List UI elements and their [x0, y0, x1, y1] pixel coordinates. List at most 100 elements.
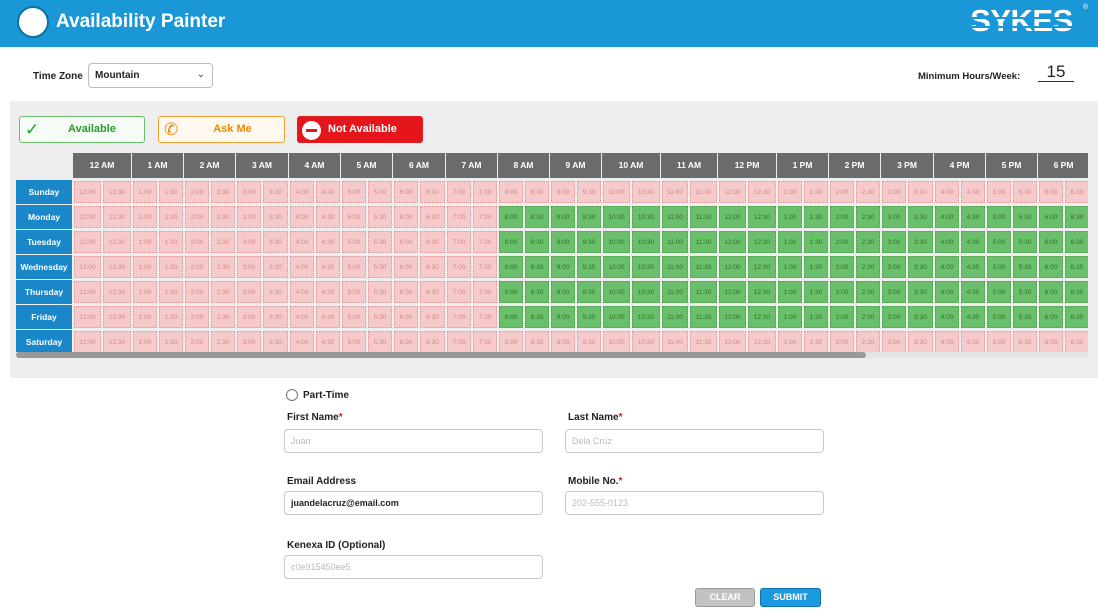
kenexa-id-input[interactable]: [284, 555, 543, 579]
time-slot[interactable]: 12:30: [103, 231, 131, 253]
time-slot[interactable]: 6:00: [1039, 181, 1063, 203]
time-slot[interactable]: 1:30: [159, 331, 183, 352]
time-slot[interactable]: 12:00: [74, 331, 101, 352]
time-slot[interactable]: 4:00: [935, 181, 959, 203]
time-slot[interactable]: 2:30: [856, 181, 880, 203]
time-slot[interactable]: 9:30: [577, 281, 601, 303]
time-slot[interactable]: 8:00: [499, 306, 523, 328]
time-slot[interactable]: 10:30: [632, 306, 660, 328]
time-slot[interactable]: 2:00: [830, 281, 854, 303]
time-slot[interactable]: 2:00: [185, 181, 209, 203]
time-slot[interactable]: 9:30: [577, 331, 601, 352]
time-slot[interactable]: 5:30: [368, 181, 392, 203]
time-slot[interactable]: 4:30: [316, 331, 340, 352]
time-slot[interactable]: 3:30: [908, 231, 933, 253]
time-slot[interactable]: 5:30: [1013, 181, 1037, 203]
time-slot[interactable]: 11:30: [690, 206, 717, 228]
time-slot[interactable]: 8:30: [525, 256, 549, 278]
time-slot[interactable]: 5:00: [987, 306, 1011, 328]
submit-button[interactable]: SUBMIT: [760, 588, 821, 607]
time-slot[interactable]: 1:00: [778, 306, 802, 328]
time-slot[interactable]: 12:30: [748, 281, 776, 303]
time-slot[interactable]: 9:30: [577, 181, 601, 203]
time-slot[interactable]: 11:30: [690, 331, 717, 352]
time-slot[interactable]: 3:30: [263, 206, 288, 228]
time-slot[interactable]: 12:00: [74, 256, 101, 278]
ask-me-brush-button[interactable]: ✆ Ask Me: [158, 116, 285, 143]
time-slot[interactable]: 2:30: [211, 281, 235, 303]
time-slot[interactable]: 12:30: [103, 306, 131, 328]
time-slot[interactable]: 12:30: [103, 206, 131, 228]
time-slot[interactable]: 3:00: [237, 181, 261, 203]
time-slot[interactable]: 8:00: [499, 181, 523, 203]
time-slot[interactable]: 5:30: [368, 331, 392, 352]
time-slot[interactable]: 4:00: [290, 281, 314, 303]
time-slot[interactable]: 3:00: [237, 331, 261, 352]
time-slot[interactable]: 5:30: [368, 306, 392, 328]
time-slot[interactable]: 3:30: [908, 206, 933, 228]
time-slot[interactable]: 4:00: [290, 256, 314, 278]
time-slot[interactable]: 2:00: [185, 331, 209, 352]
time-slot[interactable]: 5:00: [342, 181, 366, 203]
time-slot[interactable]: 3:00: [237, 306, 261, 328]
time-slot[interactable]: 11:30: [690, 306, 717, 328]
time-slot[interactable]: 3:30: [908, 306, 933, 328]
time-slot[interactable]: 12:30: [748, 181, 776, 203]
time-slot[interactable]: 2:30: [211, 181, 235, 203]
time-slot[interactable]: 2:30: [211, 331, 235, 352]
time-slot[interactable]: 1:30: [804, 306, 828, 328]
time-slot[interactable]: 6:00: [394, 281, 418, 303]
time-slot[interactable]: 10:30: [632, 331, 660, 352]
time-slot[interactable]: 4:30: [961, 181, 985, 203]
time-slot[interactable]: 5:00: [342, 256, 366, 278]
time-slot[interactable]: 2:00: [830, 306, 854, 328]
time-slot[interactable]: 6:30: [1065, 231, 1088, 253]
time-slot[interactable]: 4:00: [935, 331, 959, 352]
time-slot[interactable]: 6:30: [1065, 256, 1088, 278]
time-slot[interactable]: 6:00: [394, 181, 418, 203]
time-slot[interactable]: 12:00: [719, 231, 746, 253]
time-slot[interactable]: 6:00: [394, 231, 418, 253]
time-slot[interactable]: 10:00: [603, 331, 630, 352]
time-slot[interactable]: 11:00: [662, 331, 688, 352]
time-slot[interactable]: 6:30: [1065, 181, 1088, 203]
time-slot[interactable]: 1:00: [133, 181, 157, 203]
day-label-tuesday[interactable]: Tuesday: [16, 230, 72, 254]
time-slot[interactable]: 5:30: [368, 281, 392, 303]
time-slot[interactable]: 1:30: [804, 256, 828, 278]
time-slot[interactable]: 11:00: [662, 231, 688, 253]
time-slot[interactable]: 5:00: [987, 206, 1011, 228]
time-slot[interactable]: 6:00: [1039, 206, 1063, 228]
time-slot[interactable]: 2:30: [856, 206, 880, 228]
time-slot[interactable]: 8:30: [525, 231, 549, 253]
time-slot[interactable]: 5:00: [342, 306, 366, 328]
time-slot[interactable]: 5:00: [342, 331, 366, 352]
time-slot[interactable]: 10:00: [603, 206, 630, 228]
time-slot[interactable]: 2:30: [856, 331, 880, 352]
time-slot[interactable]: 3:00: [237, 256, 261, 278]
time-slot[interactable]: 10:00: [603, 256, 630, 278]
day-label-monday[interactable]: Monday: [16, 205, 72, 229]
time-slot[interactable]: 2:00: [185, 306, 209, 328]
time-slot[interactable]: 4:30: [316, 281, 340, 303]
time-slot[interactable]: 6:00: [1039, 231, 1063, 253]
time-slot[interactable]: 6:30: [1065, 306, 1088, 328]
time-slot[interactable]: 8:30: [525, 331, 549, 352]
time-slot[interactable]: 11:30: [690, 181, 717, 203]
time-slot[interactable]: 5:00: [342, 231, 366, 253]
time-slot[interactable]: 8:00: [499, 331, 523, 352]
time-slot[interactable]: 4:30: [316, 231, 340, 253]
time-slot[interactable]: 5:30: [1013, 256, 1037, 278]
time-slot[interactable]: 6:30: [1065, 206, 1088, 228]
time-slot[interactable]: 3:00: [882, 281, 906, 303]
time-slot[interactable]: 2:00: [830, 206, 854, 228]
time-slot[interactable]: 5:00: [342, 206, 366, 228]
day-label-wednesday[interactable]: Wednesday: [16, 255, 72, 279]
time-slot[interactable]: 2:00: [830, 231, 854, 253]
time-slot[interactable]: 7:00: [447, 256, 471, 278]
time-slot[interactable]: 7:30: [473, 331, 497, 352]
time-slot[interactable]: 4:30: [961, 256, 985, 278]
time-slot[interactable]: 7:30: [473, 231, 497, 253]
time-slot[interactable]: 6:30: [1065, 281, 1088, 303]
time-slot[interactable]: 3:30: [908, 256, 933, 278]
